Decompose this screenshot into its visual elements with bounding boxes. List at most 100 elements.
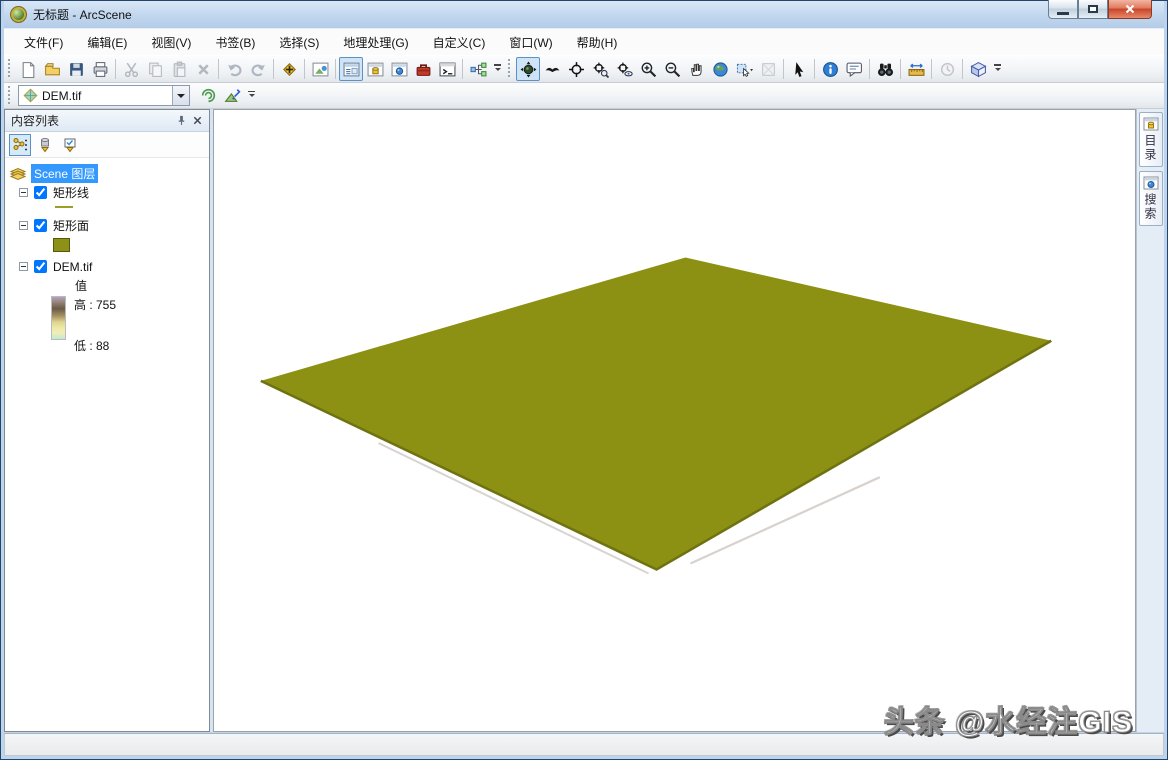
layer-label-rect-line[interactable]: 矩形线: [53, 184, 89, 201]
select-features-button[interactable]: [787, 57, 811, 81]
catalog-tab-label: 目录: [1142, 134, 1159, 162]
layer-combo-value: DEM.tif: [42, 89, 172, 103]
rect-polygon-symbol[interactable]: [53, 238, 70, 252]
toc-window-button[interactable]: [339, 57, 363, 81]
html-popup-button[interactable]: [842, 57, 866, 81]
catalog-window-button[interactable]: [363, 57, 387, 81]
zoom-out-button[interactable]: [660, 57, 684, 81]
restore-button[interactable]: [1078, 0, 1108, 19]
menu-selection[interactable]: 选择(S): [267, 30, 331, 55]
toc-toolbar: [5, 132, 209, 158]
set-observer-button[interactable]: [612, 57, 636, 81]
toolbar-separator: [931, 59, 932, 79]
layer-row-rect-line[interactable]: 矩形线: [5, 183, 209, 202]
undo-button[interactable]: [222, 57, 246, 81]
new-button[interactable]: [16, 57, 40, 81]
find-button[interactable]: [873, 57, 897, 81]
list-by-source-icon: [37, 137, 53, 153]
analyst-layer-combo[interactable]: DEM.tif: [18, 85, 190, 106]
redo-button[interactable]: [246, 57, 270, 81]
tools-toolbar-overflow-button[interactable]: [991, 57, 1004, 81]
zoom-to-target-button[interactable]: [588, 57, 612, 81]
standard-toolbar-overflow-button[interactable]: [491, 57, 504, 81]
standard-toolbar-grip[interactable]: [7, 59, 12, 79]
menu-bookmarks[interactable]: 书签(B): [203, 30, 267, 55]
search-dock-tab[interactable]: 搜索: [1139, 171, 1163, 226]
dem-surface-polygon[interactable]: [261, 257, 1051, 569]
arcscene-app-icon: [10, 6, 27, 23]
select-graphics-icon: [736, 61, 753, 78]
cut-button[interactable]: [119, 57, 143, 81]
identify-button[interactable]: [818, 57, 842, 81]
analyst-toolbar-overflow-button[interactable]: [245, 84, 258, 108]
view-cube-button[interactable]: [966, 57, 990, 81]
list-by-visibility-button[interactable]: [59, 134, 81, 156]
menu-help[interactable]: 帮助(H): [565, 30, 630, 55]
full-extent-button[interactable]: [708, 57, 732, 81]
add-data-button[interactable]: [277, 57, 301, 81]
layer-combo-dropdown-button[interactable]: [172, 86, 189, 105]
layer-checkbox-dem[interactable]: [34, 260, 47, 273]
python-window-button[interactable]: [435, 57, 459, 81]
tools-toolbar-grip[interactable]: [507, 59, 512, 79]
layer-row-rect-polygon[interactable]: 矩形面: [5, 216, 209, 235]
select-graphics-button[interactable]: [732, 57, 756, 81]
copy-button[interactable]: [143, 57, 167, 81]
time-slider-button[interactable]: [935, 57, 959, 81]
close-button[interactable]: [1108, 0, 1152, 19]
create-contours-button[interactable]: [196, 84, 220, 108]
arcmap-window-button[interactable]: [308, 57, 332, 81]
toc-close-button[interactable]: [189, 113, 205, 129]
tree-root-row[interactable]: Scene 图层: [5, 164, 209, 183]
fly-button[interactable]: [540, 57, 564, 81]
scene-layers-label[interactable]: Scene 图层: [31, 164, 98, 183]
delete-button[interactable]: [191, 57, 215, 81]
layer-checkbox-rect-polygon[interactable]: [34, 219, 47, 232]
menu-customize[interactable]: 自定义(C): [421, 30, 498, 55]
dem-value-label: 值: [75, 277, 87, 294]
navigate-button[interactable]: [516, 57, 540, 81]
model-builder-button[interactable]: [466, 57, 490, 81]
clear-selection-button[interactable]: [756, 57, 780, 81]
titlebar[interactable]: 无标题 - ArcScene: [4, 1, 1164, 28]
collapse-icon[interactable]: [19, 262, 28, 271]
steepest-path-button[interactable]: [220, 84, 244, 108]
collapse-icon[interactable]: [19, 221, 28, 230]
menu-view[interactable]: 视图(V): [139, 30, 203, 55]
menu-windows[interactable]: 窗口(W): [497, 30, 564, 55]
catalog-dock-tab[interactable]: 目录: [1139, 112, 1163, 167]
save-button[interactable]: [64, 57, 88, 81]
minimize-button[interactable]: [1048, 0, 1078, 19]
pan-button[interactable]: [684, 57, 708, 81]
identify-info-icon: [822, 61, 839, 78]
layer-label-dem[interactable]: DEM.tif: [53, 260, 92, 274]
chevron-down-icon: [495, 68, 501, 74]
toc-pin-button[interactable]: [173, 113, 189, 129]
list-by-drawing-order-button[interactable]: [9, 134, 31, 156]
menu-edit[interactable]: 编辑(E): [75, 30, 139, 55]
open-button[interactable]: [40, 57, 64, 81]
analyst-toolbar-grip[interactable]: [7, 86, 12, 106]
layer-diamond-icon: [23, 88, 38, 103]
close-icon: [192, 115, 203, 126]
layer-checkbox-rect-line[interactable]: [34, 186, 47, 199]
rect-line-symbol[interactable]: [55, 206, 73, 208]
measure-button[interactable]: [904, 57, 928, 81]
arctoolbox-button[interactable]: [411, 57, 435, 81]
scene-3d-view[interactable]: [214, 110, 1135, 731]
list-by-source-button[interactable]: [34, 134, 56, 156]
layer-row-dem[interactable]: DEM.tif: [5, 257, 209, 276]
layer-label-rect-polygon[interactable]: 矩形面: [53, 217, 89, 234]
zoom-in-button[interactable]: [636, 57, 660, 81]
paste-button[interactable]: [167, 57, 191, 81]
menu-geoprocessing[interactable]: 地理处理(G): [331, 30, 420, 55]
undo-arrow-icon: [226, 61, 243, 78]
search-window-button[interactable]: [387, 57, 411, 81]
search-window-icon: [1143, 175, 1159, 191]
collapse-icon[interactable]: [19, 188, 28, 197]
scene-viewport[interactable]: 头条 @水经注GIS: [213, 109, 1136, 732]
toolbar-separator: [783, 59, 784, 79]
center-on-target-button[interactable]: [564, 57, 588, 81]
menu-file[interactable]: 文件(F): [12, 30, 75, 55]
print-button[interactable]: [88, 57, 112, 81]
